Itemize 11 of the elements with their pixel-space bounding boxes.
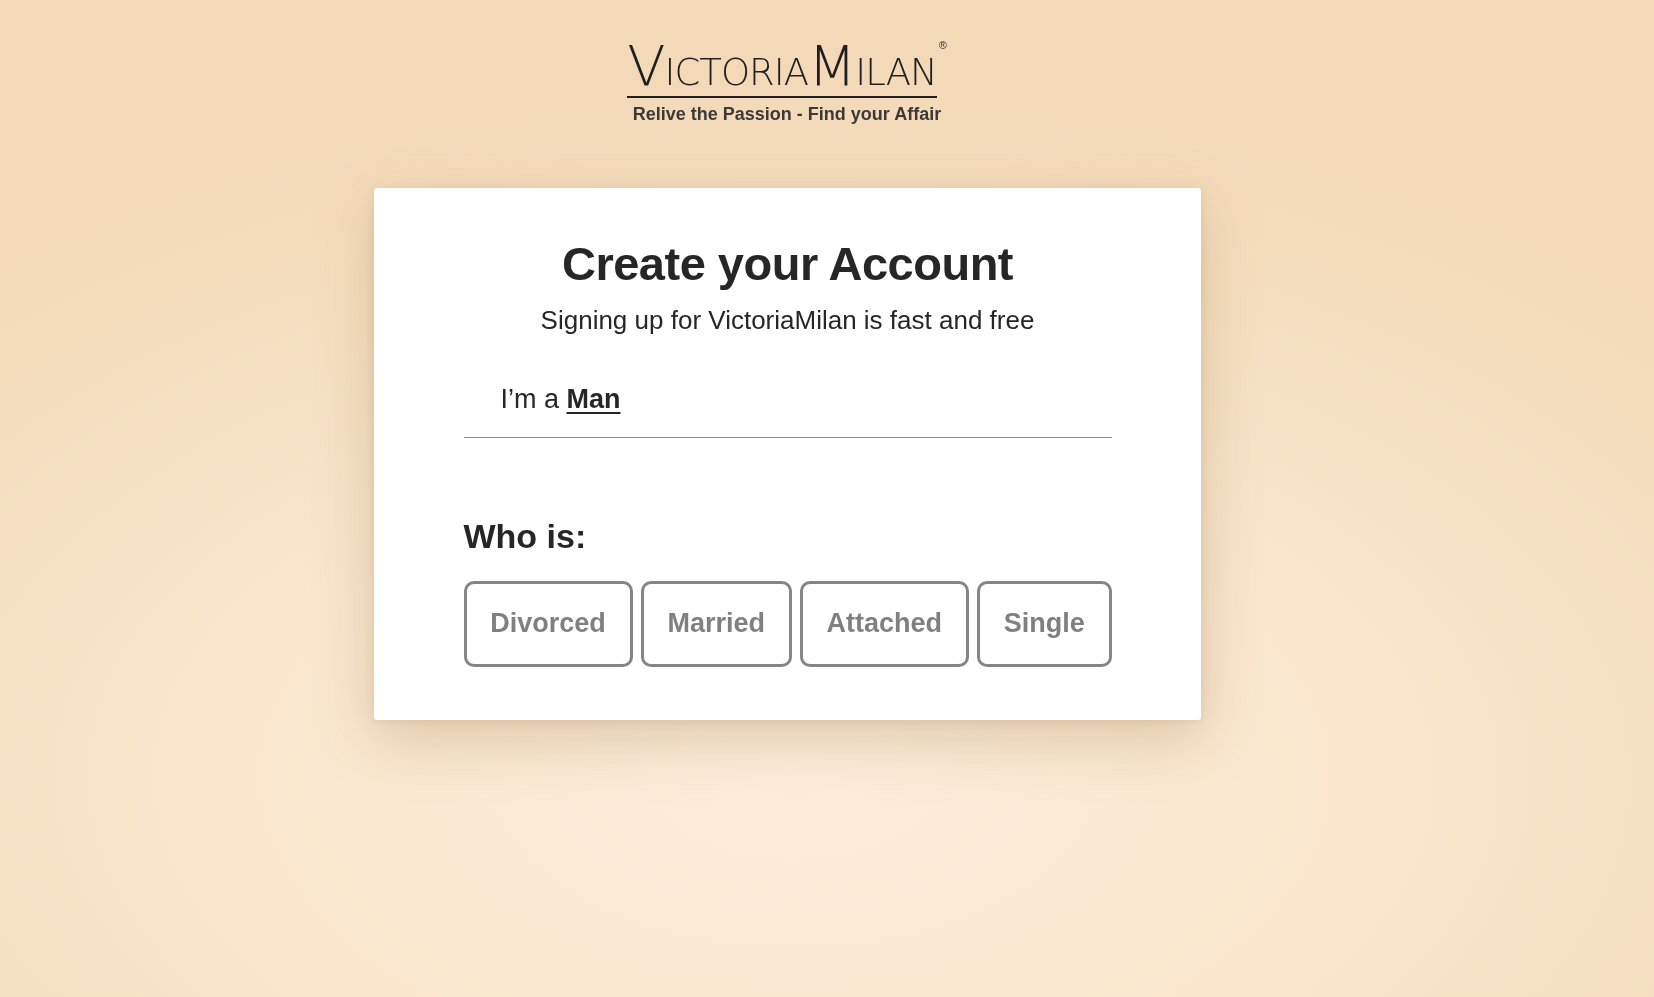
gender-select-field[interactable]: I’m a Man <box>463 373 1112 438</box>
card-title: Create your Account <box>561 235 1014 292</box>
logo-wordmark: VICTORIAMILAN <box>627 38 937 98</box>
status-option-button[interactable]: Single <box>976 580 1112 667</box>
status-option-button[interactable]: Divorced <box>463 580 633 667</box>
card-subtitle: Signing up for VictoriaMilan is fast and free <box>539 304 1036 337</box>
section-heading: Who is: <box>463 515 588 557</box>
registered-mark: ® <box>938 40 947 51</box>
logo-tagline: Relive the Passion - Find your Affair <box>632 104 942 126</box>
status-option-button[interactable]: Attached <box>799 580 969 667</box>
status-option-button[interactable]: Married <box>640 580 792 667</box>
